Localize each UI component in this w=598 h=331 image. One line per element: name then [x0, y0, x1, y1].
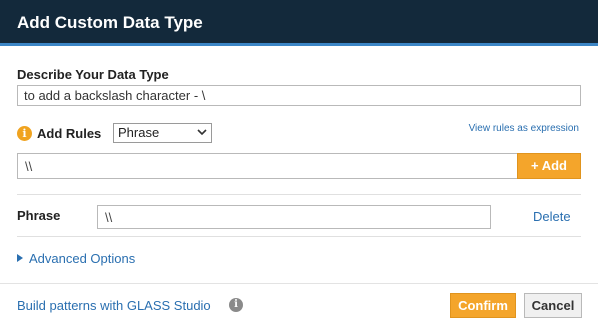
view-rules-link[interactable]: View rules as expression — [469, 123, 579, 134]
describe-input[interactable]: to add a backslash character - \ — [17, 85, 581, 106]
add-rules-label: Add Rules — [37, 126, 102, 141]
rule-row-type: Phrase — [17, 208, 61, 223]
info-icon[interactable]: i — [17, 126, 32, 141]
rule-expression-input[interactable]: \\ — [17, 153, 517, 179]
rule-type-select-value: Phrase — [118, 125, 160, 140]
footer-divider — [0, 283, 598, 284]
dialog-title: Add Custom Data Type — [17, 13, 203, 32]
chevron-down-icon — [197, 129, 207, 136]
triangle-right-icon — [17, 254, 23, 262]
confirm-button[interactable]: Confirm — [450, 293, 516, 318]
divider — [17, 194, 581, 195]
add-rule-button[interactable]: + Add — [517, 153, 581, 179]
divider — [17, 236, 581, 237]
rule-type-select[interactable]: Phrase — [113, 123, 212, 143]
describe-label: Describe Your Data Type — [17, 67, 169, 82]
dialog-header: Add Custom Data Type — [0, 0, 598, 46]
rule-row-value-input[interactable]: \\ — [97, 205, 491, 229]
glass-studio-link[interactable]: Build patterns with GLASS Studio — [17, 298, 211, 313]
cancel-button[interactable]: Cancel — [524, 293, 582, 318]
advanced-options-label: Advanced Options — [29, 251, 136, 266]
delete-rule-link[interactable]: Delete — [533, 209, 571, 224]
help-icon[interactable]: i — [229, 298, 243, 312]
advanced-options-toggle[interactable]: Advanced Options — [17, 251, 135, 266]
